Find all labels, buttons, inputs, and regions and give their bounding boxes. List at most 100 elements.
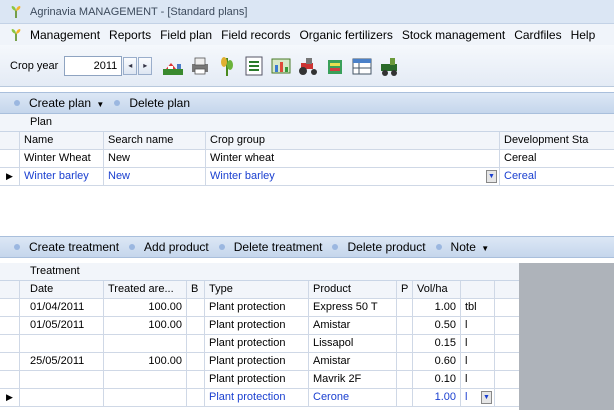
treatment-p-cell[interactable] xyxy=(397,371,413,388)
col-vol-header[interactable]: Vol/ha xyxy=(413,281,461,298)
tractor-icon[interactable] xyxy=(297,55,319,77)
treatment-unit-cell[interactable]: l xyxy=(461,371,495,388)
treatment-vol-cell[interactable]: 1.00 xyxy=(413,389,461,406)
table-row[interactable]: Plant protection Mavrik 2F 0.10 l xyxy=(0,371,519,389)
plan-dev-cell[interactable]: Cereal xyxy=(500,168,614,185)
plan-dev-cell[interactable]: Cereal xyxy=(500,150,614,167)
treatment-p-cell[interactable] xyxy=(397,299,413,316)
treatment-vol-cell[interactable]: 0.60 xyxy=(413,353,461,370)
crop-year-input[interactable]: 2011 xyxy=(64,55,123,76)
treatment-area-cell[interactable] xyxy=(104,371,187,388)
crop-dropdown-icon[interactable]: ▼ xyxy=(486,170,497,183)
table-row[interactable]: Plant protection Lissapol 0.15 l xyxy=(0,335,519,353)
treatment-b-cell[interactable] xyxy=(187,371,205,388)
printer-icon[interactable] xyxy=(189,55,211,77)
treatment-vol-cell[interactable]: 0.15 xyxy=(413,335,461,352)
table-icon[interactable] xyxy=(351,55,373,77)
treatment-product-cell[interactable]: Cerone xyxy=(309,389,397,406)
treatment-area-cell[interactable] xyxy=(104,335,187,352)
treatment-p-cell[interactable] xyxy=(397,353,413,370)
treatment-date-cell[interactable]: 01/05/2011 xyxy=(20,317,104,334)
plan-name-cell[interactable]: Winter Wheat xyxy=(20,150,104,167)
treatment-type-cell[interactable]: Plant protection xyxy=(205,353,309,370)
treatment-unit-cell[interactable]: l xyxy=(461,317,495,334)
treatment-type-cell[interactable]: Plant protection xyxy=(205,371,309,388)
treatment-type-cell[interactable]: Plant protection xyxy=(205,389,309,406)
menu-cardfiles[interactable]: Cardfiles xyxy=(514,28,561,42)
treatment-vol-cell[interactable]: 0.50 xyxy=(413,317,461,334)
treatment-b-cell[interactable] xyxy=(187,299,205,316)
app-menu-icon[interactable] xyxy=(10,28,22,42)
treatment-product-cell[interactable]: Amistar xyxy=(309,353,397,370)
table-row[interactable]: 25/05/2011 100.00 Plant protection Amist… xyxy=(0,353,519,371)
treatment-vol-cell[interactable]: 0.10 xyxy=(413,371,461,388)
treatment-area-cell[interactable] xyxy=(104,389,187,406)
treatment-type-cell[interactable]: Plant protection xyxy=(205,299,309,316)
treatment-type-cell[interactable]: Plant protection xyxy=(205,317,309,334)
add-product-button[interactable]: Add product xyxy=(144,240,209,254)
treatment-unit-cell[interactable]: tbl xyxy=(461,299,495,316)
plan-crop-cell[interactable]: Winter wheat xyxy=(206,150,500,167)
table-row[interactable]: 01/04/2011 100.00 Plant protection Expre… xyxy=(0,299,519,317)
col-area-header[interactable]: Treated are... xyxy=(104,281,187,298)
treatment-p-cell[interactable] xyxy=(397,389,413,406)
delete-plan-button[interactable]: Delete plan xyxy=(129,96,190,110)
menu-reports[interactable]: Reports xyxy=(109,28,151,42)
farm-icon[interactable] xyxy=(162,55,184,77)
menu-field-plan[interactable]: Field plan xyxy=(160,28,212,42)
col-p-header[interactable]: P xyxy=(397,281,413,298)
col-unit-header[interactable] xyxy=(461,281,495,298)
col-date-header[interactable]: Date xyxy=(20,281,104,298)
create-plan-button[interactable]: Create plan ▼ xyxy=(29,96,104,110)
fertilizer-icon[interactable] xyxy=(324,55,346,77)
unit-dropdown-icon[interactable]: ▼ xyxy=(481,391,492,404)
treatment-unit-cell[interactable]: l xyxy=(461,353,495,370)
col-product-header[interactable]: Product xyxy=(309,281,397,298)
treatment-product-cell[interactable]: Mavrik 2F xyxy=(309,371,397,388)
treatment-area-cell[interactable]: 100.00 xyxy=(104,299,187,316)
treatment-b-cell[interactable] xyxy=(187,335,205,352)
treatment-area-cell[interactable]: 100.00 xyxy=(104,317,187,334)
treatment-product-cell[interactable]: Amistar xyxy=(309,317,397,334)
table-row[interactable]: ▶ Plant protection Cerone 1.00 l ▼ xyxy=(0,389,519,407)
note-button[interactable]: Note ▼ xyxy=(451,240,490,254)
table-row[interactable]: 01/05/2011 100.00 Plant protection Amist… xyxy=(0,317,519,335)
treatment-date-cell[interactable] xyxy=(20,371,104,388)
plan-name-cell[interactable]: Winter barley xyxy=(20,168,104,185)
plan-search-cell[interactable]: New xyxy=(104,168,206,185)
create-treatment-button[interactable]: Create treatment xyxy=(29,240,119,254)
year-prev-button[interactable]: ◂ xyxy=(123,56,138,75)
menu-help[interactable]: Help xyxy=(571,28,596,42)
plan-crop-cell[interactable]: Winter barley ▼ xyxy=(206,168,500,185)
treatment-type-cell[interactable]: Plant protection xyxy=(205,335,309,352)
menu-management[interactable]: Management xyxy=(30,28,100,42)
year-next-button[interactable]: ▸ xyxy=(138,56,153,75)
treatment-b-cell[interactable] xyxy=(187,353,205,370)
menu-field-records[interactable]: Field records xyxy=(221,28,290,42)
menu-organic-fertilizers[interactable]: Organic fertilizers xyxy=(299,28,392,42)
treatment-date-cell[interactable] xyxy=(20,389,104,406)
treatment-b-cell[interactable] xyxy=(187,389,205,406)
table-row[interactable]: Winter Wheat New Winter wheat Cereal xyxy=(0,150,614,168)
menu-stock-management[interactable]: Stock management xyxy=(402,28,505,42)
chart-icon[interactable] xyxy=(270,55,292,77)
treatment-unit-cell[interactable]: l ▼ xyxy=(461,389,495,406)
table-row[interactable]: ▶ Winter barley New Winter barley ▼ Cere… xyxy=(0,168,614,186)
treatment-date-cell[interactable] xyxy=(20,335,104,352)
col-b-header[interactable]: B xyxy=(187,281,205,298)
col-name-header[interactable]: Name xyxy=(20,132,104,149)
treatment-p-cell[interactable] xyxy=(397,317,413,334)
treatment-vol-cell[interactable]: 1.00 xyxy=(413,299,461,316)
treatment-unit-cell[interactable]: l xyxy=(461,335,495,352)
treatment-date-cell[interactable]: 01/04/2011 xyxy=(20,299,104,316)
delete-product-button[interactable]: Delete product xyxy=(347,240,425,254)
col-search-header[interactable]: Search name xyxy=(104,132,206,149)
treatment-b-cell[interactable] xyxy=(187,317,205,334)
plan-search-cell[interactable]: New xyxy=(104,150,206,167)
machine-icon[interactable] xyxy=(378,55,400,77)
col-type-header[interactable]: Type xyxy=(205,281,309,298)
col-crop-header[interactable]: Crop group xyxy=(206,132,500,149)
treatment-date-cell[interactable]: 25/05/2011 xyxy=(20,353,104,370)
list-icon[interactable] xyxy=(243,55,265,77)
crop-icon[interactable] xyxy=(216,55,238,77)
